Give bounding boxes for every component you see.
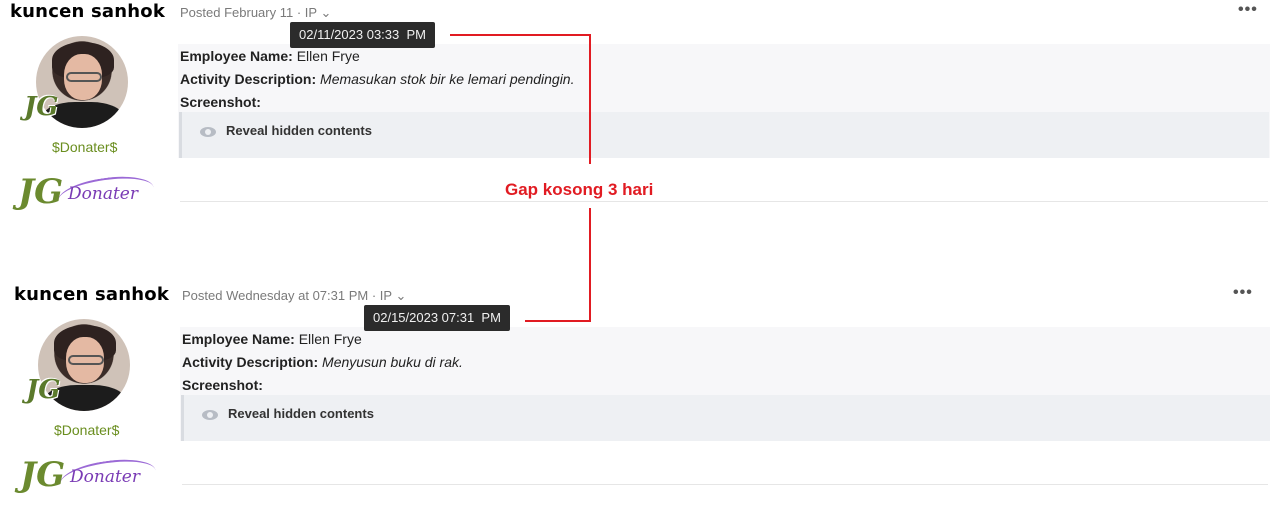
badge-text: Donater [68,184,138,204]
post-meta[interactable]: Posted Wednesday at 07:31 PM · IP ⌄ [182,288,406,304]
screenshot-label: Screenshot: [180,94,261,110]
spoiler-toggle[interactable]: Reveal hidden contents [181,395,1270,441]
spoiler-toggle[interactable]: Reveal hidden contents [179,112,1269,158]
activity-line: Activity Description: Memasukan stok bir… [180,71,575,87]
post-2: kuncen sanhok JG $Donater$ JG Donater Po… [0,283,1280,513]
employee-line: Employee Name: Ellen Frye [180,48,360,64]
badge-text: Donater [70,467,140,487]
avatar-jg-mark: JG [24,92,59,122]
more-options-icon[interactable]: ••• [1233,284,1253,302]
annotation-line-bottom-h [525,320,591,322]
author-name[interactable]: kuncen sanhok [10,1,165,22]
post-divider [180,201,1268,202]
member-rank: $Donater$ [54,422,120,438]
badge-jg: JG [20,455,66,495]
eye-icon [202,410,218,420]
donater-badge: JG Donater [18,171,158,217]
annotation-line-top-v [589,34,591,164]
spoiler-label[interactable]: Reveal hidden contents [226,123,372,138]
post-date-link[interactable]: Posted Wednesday at 07:31 PM · IP [182,288,392,303]
author-name[interactable]: kuncen sanhok [14,284,169,305]
member-rank: $Donater$ [52,139,118,155]
donater-badge: JG Donater [20,454,160,500]
post-meta[interactable]: Posted February 11 · IP ⌄ [180,5,331,21]
eye-icon [200,127,216,137]
spoiler-label[interactable]: Reveal hidden contents [228,406,374,421]
employee-line: Employee Name: Ellen Frye [182,331,362,347]
badge-jg: JG [18,172,64,212]
timestamp-tooltip: 02/15/2023 07:31 PM [364,305,510,331]
post-divider [182,484,1268,485]
annotation-line-bottom-v [589,208,591,322]
chevron-down-icon[interactable]: ⌄ [395,288,406,303]
more-options-icon[interactable]: ••• [1238,1,1258,19]
activity-line: Activity Description: Menyusun buku di r… [182,354,463,370]
chevron-down-icon[interactable]: ⌄ [320,5,331,20]
annotation-line-top-h [450,34,591,36]
post-date-link[interactable]: Posted February 11 · IP [180,5,317,20]
avatar-jg-mark: JG [26,375,61,405]
gap-annotation: Gap kosong 3 hari [505,180,654,199]
screenshot-label: Screenshot: [182,377,263,393]
timestamp-tooltip: 02/11/2023 03:33 PM [290,22,435,48]
